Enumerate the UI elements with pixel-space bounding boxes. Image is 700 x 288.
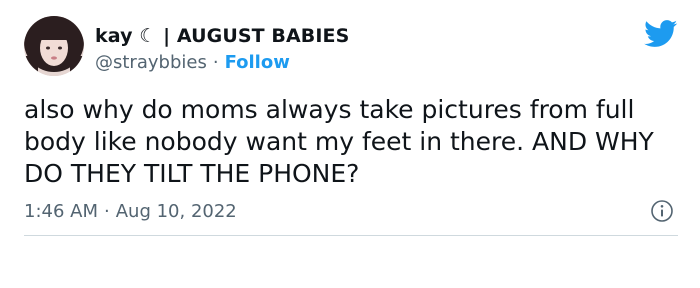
info-icon[interactable] <box>650 199 674 223</box>
follow-button[interactable]: Follow <box>225 52 290 73</box>
divider <box>24 235 678 236</box>
author-display-name[interactable]: kay ☾ | AUGUST BABIES <box>95 25 349 47</box>
tweet-time[interactable]: 1:46 AM <box>24 201 98 222</box>
tweet-card: kay ☾ | AUGUST BABIES @straybbies · Foll… <box>0 0 700 288</box>
avatar[interactable] <box>24 16 84 76</box>
tweet-timestamp[interactable]: 1:46 AM · Aug 10, 2022 <box>24 198 237 224</box>
handle-separator: · <box>212 51 219 73</box>
author-handle-row: @straybbies · Follow <box>95 50 290 74</box>
tweet-date[interactable]: Aug 10, 2022 <box>116 201 237 222</box>
twitter-bird-icon[interactable] <box>644 20 678 48</box>
tweet-text: also why do moms always take pictures fr… <box>24 95 654 188</box>
meta-separator: · <box>104 200 110 222</box>
avatar-image <box>24 16 84 76</box>
author-handle[interactable]: @straybbies <box>95 52 207 73</box>
author-name-row[interactable]: kay ☾ | AUGUST BABIES <box>95 23 349 49</box>
